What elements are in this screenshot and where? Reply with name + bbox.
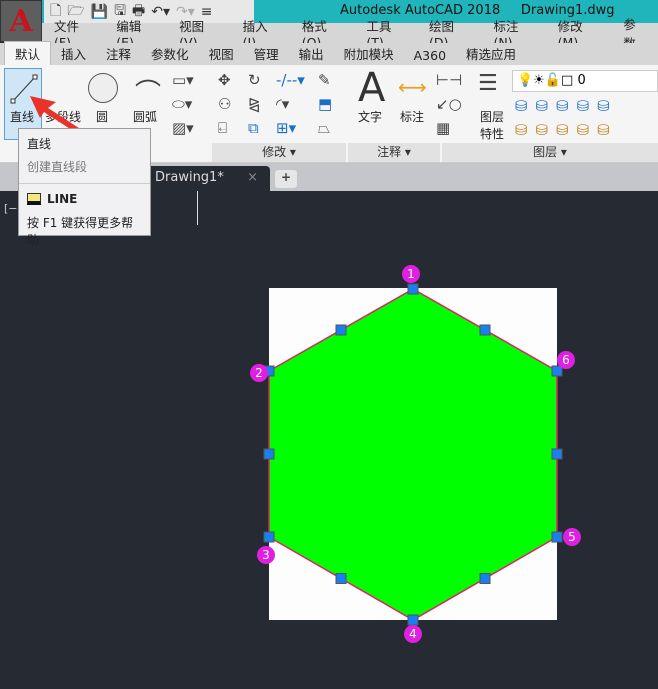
vertex-grip[interactable] [407, 614, 419, 626]
command-icon [27, 193, 41, 205]
tooltip-command: LINE [47, 192, 78, 206]
vertex-label: 2 [255, 366, 263, 380]
vertex-grip[interactable] [551, 365, 563, 377]
midpoint-grip[interactable] [335, 324, 347, 336]
vertex-grip[interactable] [407, 283, 419, 295]
tooltip-help: 按 F1 键获得更多帮助 [27, 216, 134, 247]
drawing-canvas[interactable]: 1 2 3 4 5 6 [0, 0, 658, 689]
midpoint-grip[interactable] [335, 573, 347, 584]
midpoint-grip[interactable] [263, 448, 275, 460]
vertex-grip[interactable] [551, 531, 563, 543]
vertex-label: 4 [409, 627, 417, 641]
tooltip-title: 直线 [27, 137, 52, 151]
vertex-label: 6 [562, 353, 570, 367]
line-tooltip: 直线 创建直线段 LINE 按 F1 键获得更多帮助 [18, 128, 151, 247]
vertex-label: 1 [407, 267, 415, 281]
tooltip-description: 创建直线段 [27, 160, 88, 174]
midpoint-grip[interactable] [479, 573, 491, 584]
midpoint-grip[interactable] [479, 324, 491, 336]
midpoint-grip[interactable] [551, 448, 563, 460]
vertex-label: 5 [568, 530, 576, 544]
vertex-grip[interactable] [263, 531, 275, 543]
vertex-label: 3 [262, 548, 270, 562]
